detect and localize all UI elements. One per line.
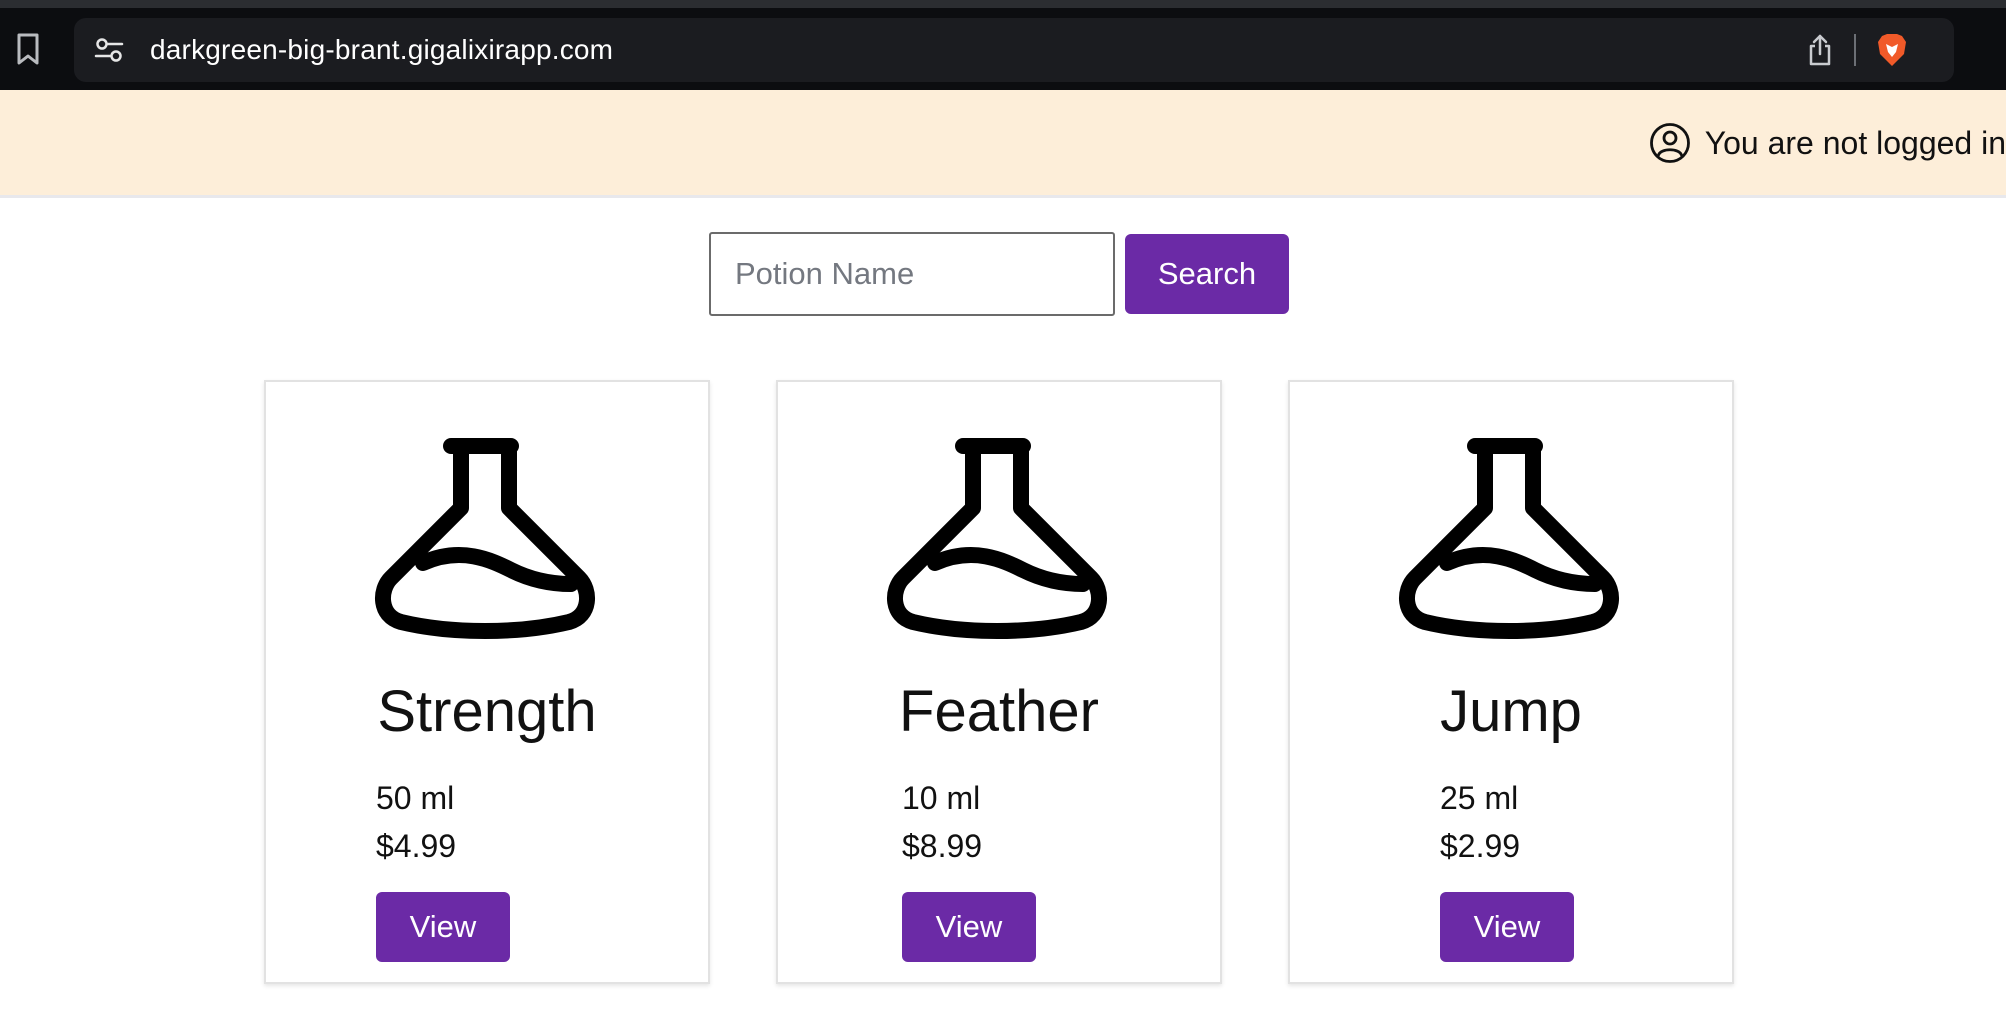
flask-icon xyxy=(1399,438,1619,639)
view-button-feather[interactable]: View xyxy=(902,892,1036,962)
potion-name: Feather xyxy=(899,679,1099,744)
potion-list: Strength 50 ml $4.99 View Feather 10 ml … xyxy=(264,380,1734,984)
potion-name: Strength xyxy=(377,679,597,744)
login-banner: You are not logged in xyxy=(0,90,2006,198)
potion-volume: 10 ml xyxy=(902,780,981,816)
url-text[interactable]: darkgreen-big-brant.gigalixirapp.com xyxy=(150,18,613,82)
potion-card-feather: Feather 10 ml $8.99 View xyxy=(776,380,1222,984)
brave-lion-icon[interactable] xyxy=(1876,32,1908,68)
search-form: Search xyxy=(709,232,1289,316)
potion-price: $4.99 xyxy=(376,828,457,864)
flask-icon xyxy=(887,438,1107,639)
toolbar-divider xyxy=(1854,34,1856,66)
potion-volume: 50 ml xyxy=(376,780,455,816)
search-button[interactable]: Search xyxy=(1125,234,1289,314)
potion-price: $2.99 xyxy=(1440,828,1521,864)
potion-price: $8.99 xyxy=(902,828,983,864)
search-input[interactable] xyxy=(709,232,1115,316)
flask-icon xyxy=(375,438,595,639)
share-icon[interactable] xyxy=(1806,34,1834,66)
login-status: You are not logged in xyxy=(1649,118,2006,168)
browser-toolbar: darkgreen-big-brant.gigalixirapp.com xyxy=(0,0,2006,90)
view-button-jump[interactable]: View xyxy=(1440,892,1574,962)
user-circle-icon xyxy=(1649,122,1691,164)
potion-name: Jump xyxy=(1440,679,1582,744)
login-status-text: You are not logged in xyxy=(1704,124,2006,161)
address-bar[interactable]: darkgreen-big-brant.gigalixirapp.com xyxy=(74,18,1954,82)
potion-card-strength: Strength 50 ml $4.99 View xyxy=(264,380,710,984)
potion-volume: 25 ml xyxy=(1440,780,1519,816)
view-button-strength[interactable]: View xyxy=(376,892,510,962)
bookmark-icon[interactable] xyxy=(14,32,42,66)
sliders-icon[interactable] xyxy=(94,36,124,64)
potion-card-jump: Jump 25 ml $2.99 View xyxy=(1288,380,1734,984)
